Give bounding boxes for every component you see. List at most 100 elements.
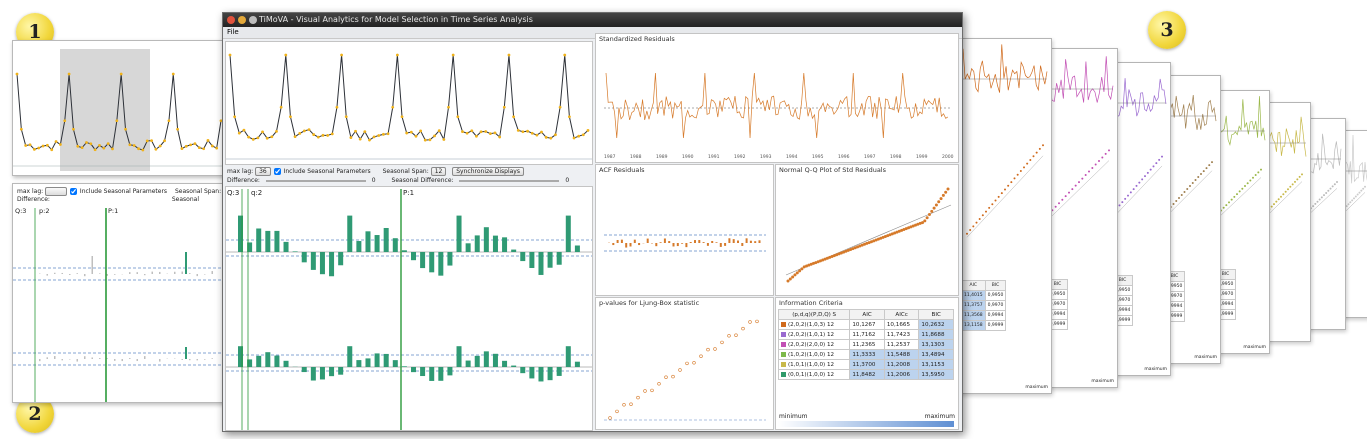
- ic-bic: 11,8688: [918, 329, 954, 340]
- acf-bar: [310, 252, 316, 270]
- ic-header-aicc[interactable]: AICc: [883, 309, 920, 320]
- ic-model[interactable]: (0,0,1)(1,0,0) 12: [777, 369, 851, 380]
- selection-range[interactable]: [60, 49, 150, 171]
- ljung-box-plot[interactable]: [596, 298, 773, 429]
- acf-residuals-plot[interactable]: [596, 165, 773, 295]
- include-seasonal-checkbox[interactable]: [273, 168, 281, 175]
- model-qq-point: [1364, 185, 1366, 188]
- model-color-swatch: [781, 371, 786, 377]
- acf-residual-bar: [625, 243, 628, 248]
- acf-bar: [69, 274, 71, 275]
- series-point: [176, 127, 179, 131]
- series-point: [568, 115, 571, 119]
- model-table-header: BIC: [984, 279, 1007, 291]
- model-qq-point: [1298, 175, 1301, 178]
- acf-bar: [401, 366, 407, 367]
- ic-model[interactable]: (2,0,2)(2,0,0) 12: [777, 339, 851, 350]
- marker-p-left: p:2: [39, 207, 49, 215]
- series-point: [442, 138, 446, 141]
- seasonal-difference-slider[interactable]: [459, 179, 560, 182]
- information-criteria-panel[interactable]: Information Criteria (p,d,q)(P,D,Q) S AI…: [775, 297, 959, 430]
- series-point: [451, 53, 455, 57]
- year-tick: 1997: [864, 154, 876, 160]
- ic-row[interactable]: (0,0,1)(1,0,0) 12 11,8482 11,2006 13,5950: [777, 369, 954, 380]
- ljung-box-point: [615, 409, 619, 414]
- standardized-residuals-panel[interactable]: Standardized Residuals 1987 1988 1989 1990 1…: [595, 33, 959, 163]
- qq-point: [932, 206, 936, 210]
- ic-header-model[interactable]: (p,d,q)(P,D,Q) S: [777, 309, 851, 320]
- model-panel[interactable]: AICBIC11,40150,995011,37570,997011,35680…: [958, 38, 1052, 394]
- model-qq-point: [1228, 201, 1230, 204]
- acf-residual-bar: [676, 243, 679, 247]
- standardized-residuals-plot[interactable]: 1987 1988 1989 1990 1991 1992 1993 1994 1995 1996…: [596, 34, 958, 162]
- acf-bar: [347, 346, 353, 367]
- ic-model[interactable]: (2,0,2)(1,0,3) 12: [777, 319, 851, 330]
- close-icon[interactable]: [227, 16, 235, 24]
- ic-header-aic[interactable]: AIC: [849, 309, 885, 320]
- synchronize-displays-button[interactable]: Synchronize Displays: [452, 167, 524, 176]
- model-qq-point: [1129, 191, 1132, 194]
- ljung-box-title: p-values for Ljung-Box statistic: [599, 299, 700, 307]
- ic-model[interactable]: (2,0,2)(1,0,1) 12: [777, 329, 851, 340]
- ic-aic: 11,8482: [849, 369, 885, 380]
- ic-bic: 13,1303: [918, 339, 954, 350]
- qq-plot-panel[interactable]: Normal Q-Q Plot of Std Residuals: [775, 164, 959, 296]
- time-series-main-panel[interactable]: [225, 41, 593, 165]
- acf-residual-bar: [719, 243, 722, 247]
- series-point: [32, 147, 36, 151]
- acf-bar: [185, 252, 187, 274]
- pacf-bar: [144, 356, 146, 359]
- acf-pacf-main-plot[interactable]: Q:3 q:2 P:1: [226, 187, 592, 430]
- information-criteria-table[interactable]: (p,d,q)(P,D,Q) S AIC AICc BIC (2,0,2)(1,…: [777, 309, 954, 380]
- include-seasonal-checkbox-left[interactable]: [70, 188, 77, 195]
- ljung-box-panel[interactable]: p-values for Ljung-Box statistic: [595, 297, 774, 430]
- series-point: [189, 143, 193, 147]
- ic-row[interactable]: (2,0,2)(1,0,1) 12 11,7162 11,7423 11,8688: [777, 329, 954, 340]
- seasonal-span-label: Seasonal Span:: [382, 168, 429, 175]
- acf-residual-bar: [698, 240, 701, 243]
- acf-residual-bar: [668, 241, 671, 243]
- acf-bar: [492, 235, 498, 252]
- acf-residuals-panel[interactable]: ACF Residuals: [595, 164, 774, 296]
- time-series-overview-panel[interactable]: [12, 40, 226, 176]
- time-series-main-plot[interactable]: [226, 42, 592, 164]
- acf-pacf-main-panel[interactable]: Q:3 q:2 P:1: [225, 186, 593, 431]
- acf-bar: [204, 274, 206, 275]
- acf-bars-left: [13, 252, 225, 366]
- series-point: [102, 146, 106, 150]
- model-qq-point: [1058, 202, 1060, 205]
- ic-row[interactable]: (1,0,2)(1,0,0) 12 11,3333 11,5488 13,4894: [777, 349, 954, 360]
- model-qq-point: [1246, 182, 1249, 185]
- ic-row[interactable]: (2,0,2)(1,0,3) 12 10,1267 10,1665 10,2632: [777, 319, 954, 330]
- menu-file[interactable]: File: [227, 28, 239, 36]
- series-point: [206, 139, 210, 142]
- ic-header-bic[interactable]: BIC: [918, 309, 954, 320]
- series-point: [372, 135, 376, 139]
- ljung-box-point: [664, 375, 668, 379]
- ic-aic: 11,7162: [849, 329, 885, 340]
- ic-row[interactable]: (2,0,2)(2,0,0) 12 11,2365 11,2537 13,1303: [777, 339, 954, 350]
- series-point: [251, 137, 255, 141]
- series-point: [247, 135, 250, 139]
- minimize-icon[interactable]: [238, 16, 246, 24]
- series-point: [137, 147, 140, 151]
- acf-pacf-left-plot[interactable]: Q:3 p:2 P:1: [13, 204, 225, 403]
- maximize-icon[interactable]: [249, 16, 257, 24]
- seasonal-span-input[interactable]: 12: [430, 167, 447, 176]
- ic-row[interactable]: (1,0,1)(1,0,0) 12 11,3700 11,2008 13,1153: [777, 359, 954, 370]
- model-qq-point: [1016, 173, 1019, 176]
- qq-point: [927, 213, 931, 217]
- acf-bar: [565, 346, 571, 367]
- series-point: [242, 128, 246, 132]
- time-series-overview-plot[interactable]: [13, 41, 225, 175]
- acf-bar: [420, 367, 426, 377]
- model-qq-point: [1275, 200, 1278, 203]
- ic-model[interactable]: (1,0,2)(1,0,0) 12: [777, 349, 851, 360]
- max-lag-label: max lag:: [17, 188, 44, 195]
- max-lag-input[interactable]: 36: [255, 167, 271, 176]
- ic-model[interactable]: (1,0,1)(1,0,0) 12: [777, 359, 851, 370]
- model-qq-point: [1356, 193, 1359, 196]
- acf-residual-bar: [612, 243, 615, 246]
- qq-plot[interactable]: [776, 165, 958, 295]
- max-lag-spinner[interactable]: ​: [45, 187, 68, 196]
